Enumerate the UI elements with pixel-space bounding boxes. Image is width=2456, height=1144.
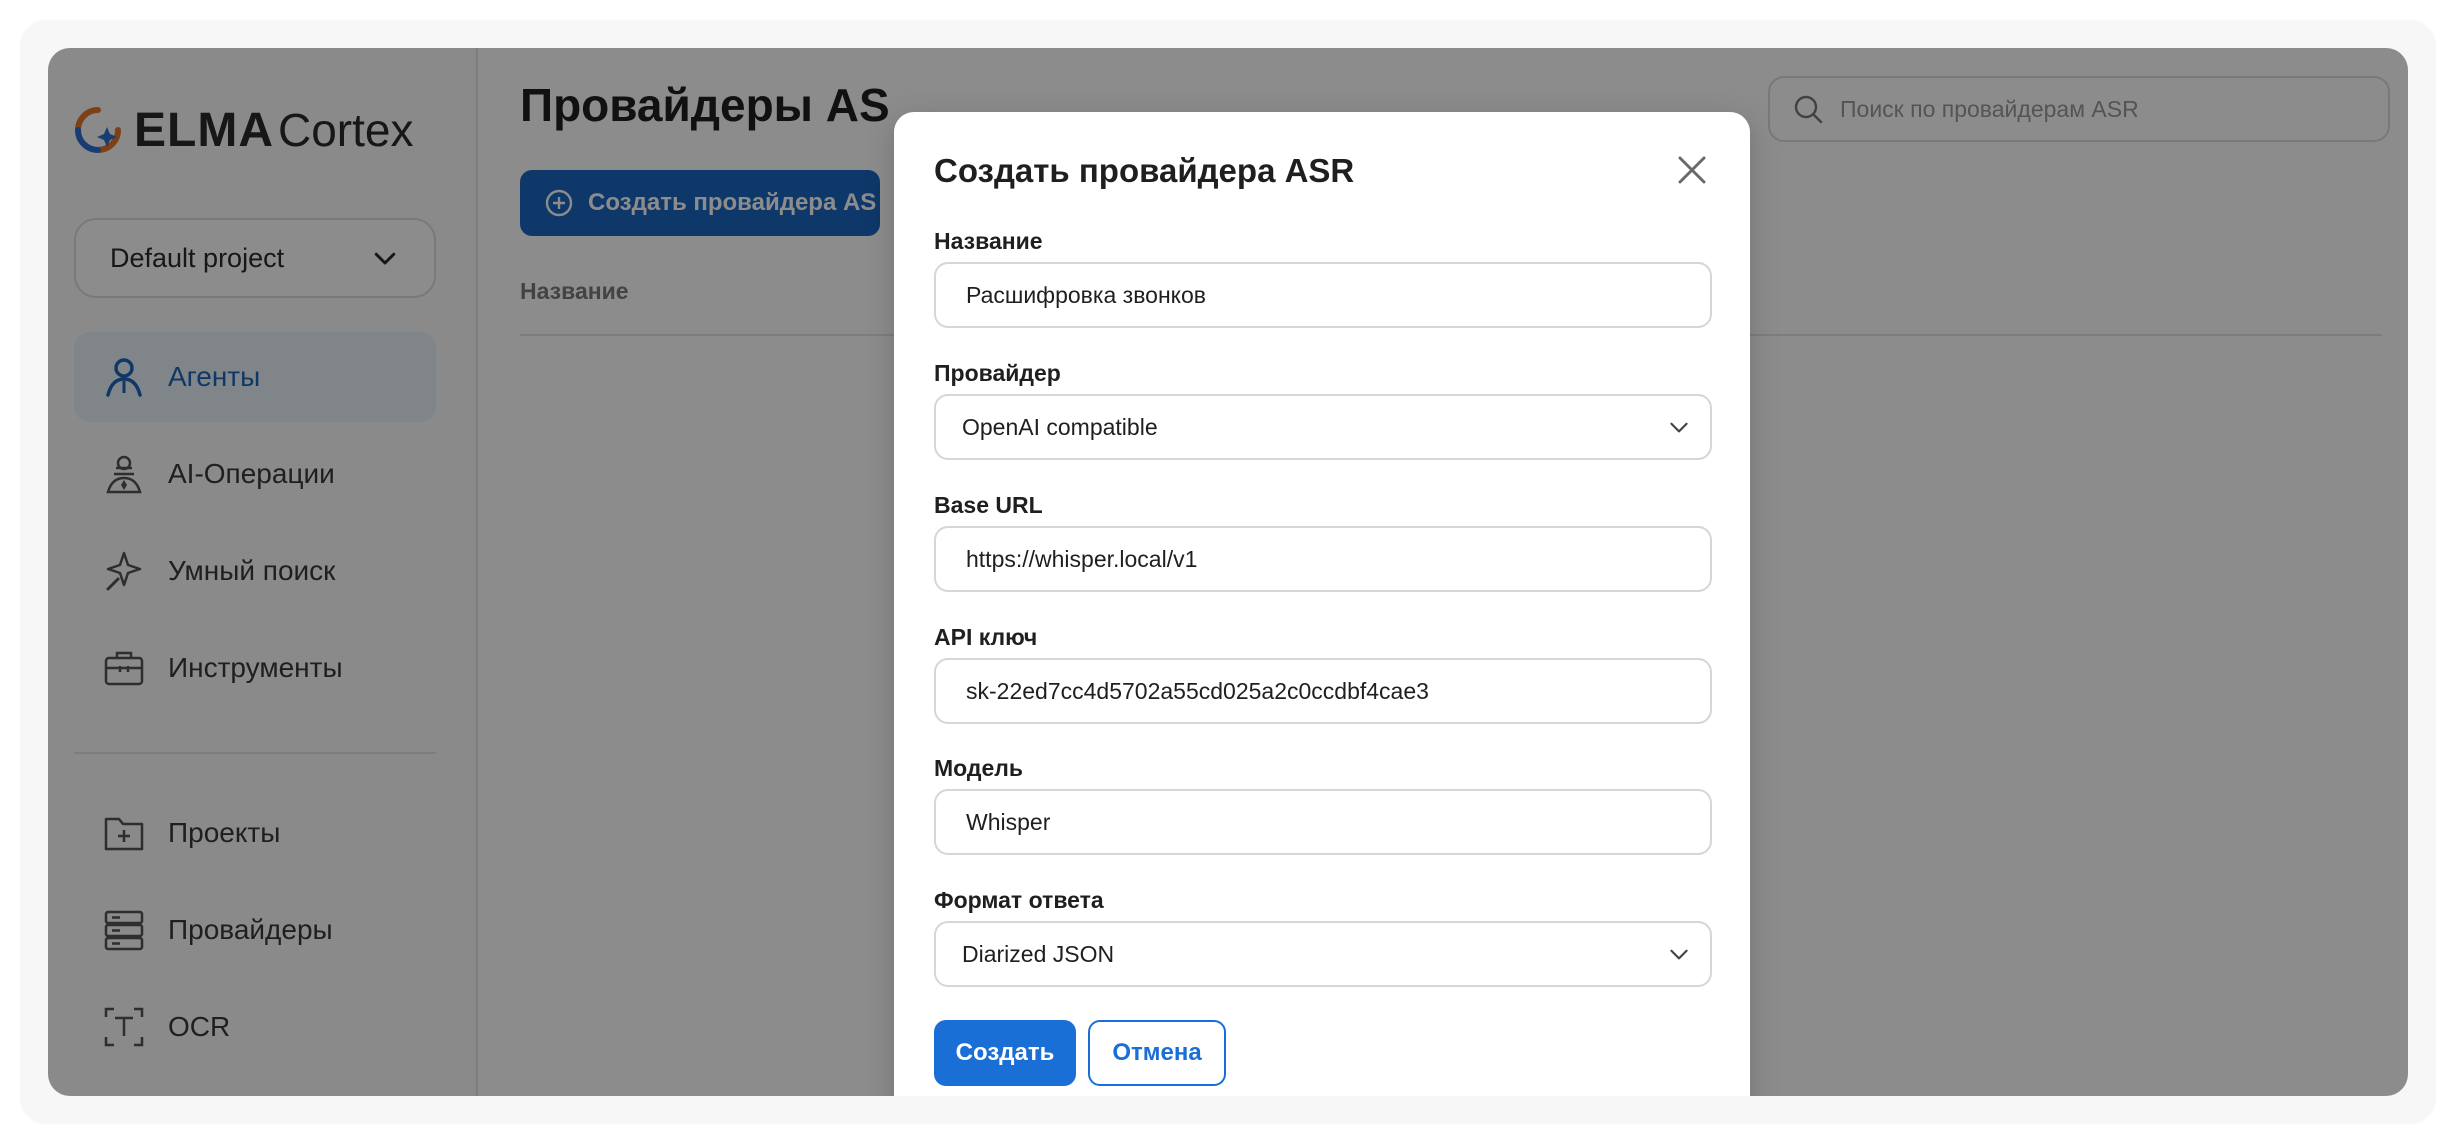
cancel-button[interactable]: Отмена [1088, 1020, 1226, 1086]
response-format-value: Diarized JSON [962, 940, 1115, 967]
create-provider-dialog: Создать провайдера ASR Название Провайде… [894, 112, 1750, 1096]
provider-select-value: OpenAI compatible [962, 413, 1158, 440]
close-icon[interactable] [1672, 150, 1712, 190]
name-field[interactable] [934, 262, 1712, 328]
submit-button[interactable]: Создать [934, 1020, 1076, 1086]
dialog-title: Создать провайдера ASR [934, 152, 1355, 189]
app-window: ELMA Cortex Default project Агенты AI-Оп… [48, 48, 2408, 1096]
model-input[interactable] [966, 808, 1680, 836]
name-label: Название [934, 228, 1043, 254]
response-format-select[interactable]: Diarized JSON [934, 921, 1712, 987]
chevron-down-icon [1670, 949, 1688, 960]
name-input[interactable] [966, 281, 1680, 309]
api-key-label: API ключ [934, 624, 1038, 650]
provider-select[interactable]: OpenAI compatible [934, 394, 1712, 460]
provider-label: Провайдер [934, 360, 1061, 386]
base-url-field[interactable] [934, 526, 1712, 592]
base-url-input[interactable] [966, 545, 1680, 573]
chevron-down-icon [1670, 422, 1688, 433]
api-key-input[interactable] [966, 677, 1680, 705]
base-url-label: Base URL [934, 492, 1043, 518]
model-label: Модель [934, 755, 1024, 781]
model-field[interactable] [934, 789, 1712, 855]
api-key-field[interactable] [934, 658, 1712, 724]
response-format-label: Формат ответа [934, 887, 1104, 913]
